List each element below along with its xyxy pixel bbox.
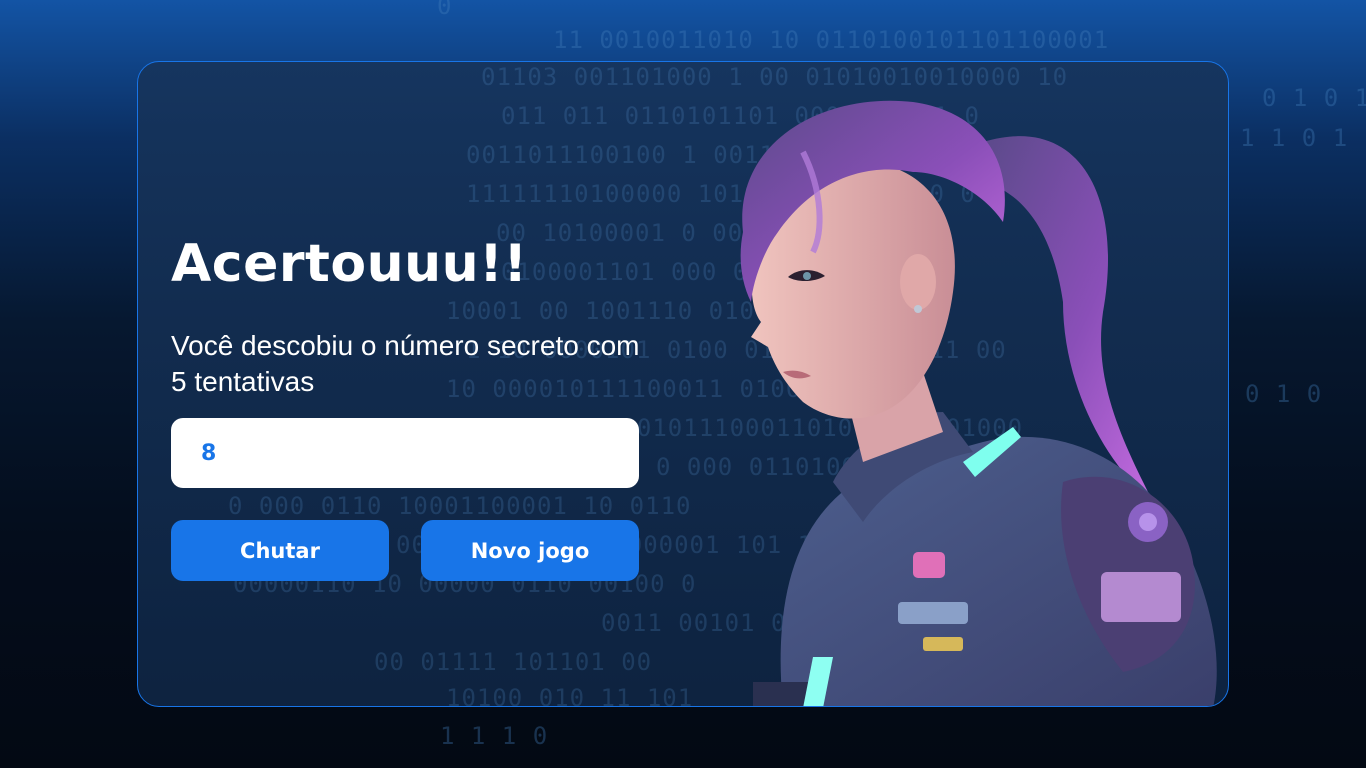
binary-code: 1 1 1 0 [440,722,549,750]
binary-code: 1 1 0 1 [1240,124,1349,152]
page-title: Acertouuu!! [171,234,528,294]
binary-code: 0 1 0 [1245,380,1323,408]
game-card: 01103 001101000 1 00 01010010010000 10 0… [137,61,1229,707]
binary-code: 11 0010011010 10 0110100101101100001 [553,26,1110,54]
binary-code: 0 [437,0,453,20]
binary-code: 00 01111 101101 00 [374,648,653,676]
guess-input[interactable] [171,418,639,488]
binary-code: 10100 010 11 101 [446,684,694,707]
guess-button[interactable]: Chutar [171,520,389,581]
new-game-button[interactable]: Novo jogo [421,520,639,581]
action-buttons: Chutar Novo jogo [171,520,641,581]
astronaut-girl-illustration [740,100,1217,706]
result-message: Você descobiu o número secreto com 5 ten… [171,330,640,397]
result-panel: Acertouuu!! Você descobiu o número secre… [171,234,641,581]
binary-code: 0 1 0 1 [1262,84,1366,112]
